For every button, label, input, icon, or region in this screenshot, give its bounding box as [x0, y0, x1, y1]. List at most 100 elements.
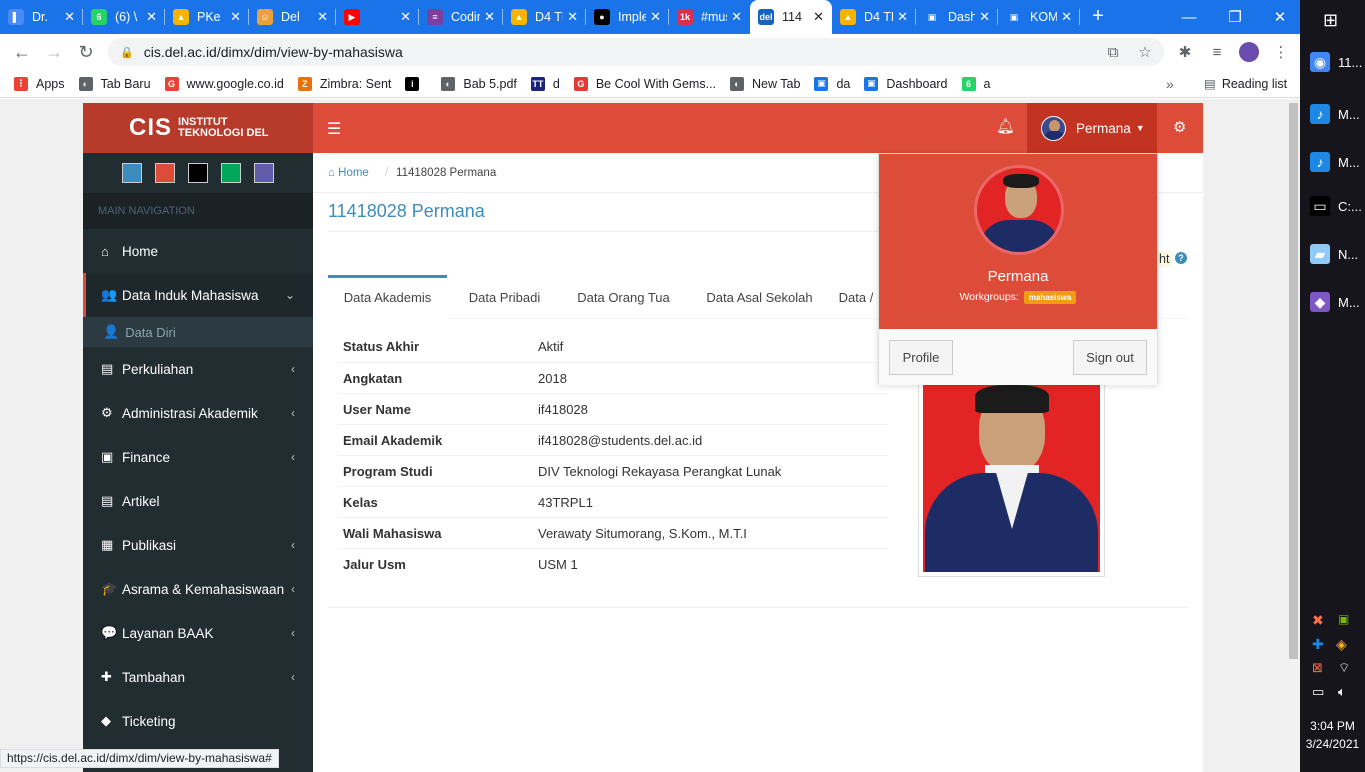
- detail-tab[interactable]: Data Asal Sekolah: [692, 275, 827, 319]
- browser-tab[interactable]: ▣ Dashbo✕: [916, 0, 998, 34]
- bookmarks-overflow-icon[interactable]: »: [1166, 76, 1174, 92]
- xampp-icon[interactable]: ⊠: [1312, 660, 1323, 676]
- sidebar-item[interactable]: ✚ Tambahan ‹: [83, 655, 313, 699]
- taskbar-app[interactable]: ♪ M...: [1300, 140, 1365, 184]
- skin-swatch[interactable]: [188, 163, 208, 183]
- sidebar-subitem-data-diri[interactable]: 👤 Data Diri: [83, 317, 313, 347]
- browser-tab[interactable]: ▣ KOMAS✕: [998, 0, 1080, 34]
- sidebar-toggle-icon[interactable]: ☰: [327, 119, 341, 139]
- bell-icon[interactable]: 🔔︎: [996, 117, 1015, 135]
- sidebar-item[interactable]: ⚙ Administrasi Akademik ‹: [83, 391, 313, 435]
- reading-list[interactable]: ▤ Reading list: [1204, 76, 1287, 92]
- browser-tab[interactable]: 1k #music ✕: [669, 0, 750, 34]
- volume-icon[interactable]: 🔈︎: [1338, 684, 1346, 700]
- tab-close-icon[interactable]: ✕: [64, 9, 75, 25]
- address-bar[interactable]: 🔒 cis.del.ac.id/dimx/dim/view-by-mahasis…: [108, 38, 1164, 66]
- taskbar-app[interactable]: ◉ 11...: [1300, 40, 1365, 84]
- detail-tab[interactable]: Data Orang Tua: [566, 275, 681, 319]
- bookmark-item[interactable]: TT d: [530, 76, 560, 91]
- sidebar-item[interactable]: 👥 Data Induk Mahasiswa ⌄: [83, 273, 313, 317]
- question-icon[interactable]: ?: [1175, 252, 1187, 264]
- skin-swatch[interactable]: [155, 163, 175, 183]
- tab-close-icon[interactable]: ✕: [897, 9, 908, 25]
- sign-out-button[interactable]: Sign out: [1073, 340, 1147, 375]
- sidebar-item[interactable]: ▦ Publikasi ‹: [83, 523, 313, 567]
- bookmark-item[interactable]: ▣ Dashboard: [864, 76, 948, 91]
- browser-tab[interactable]: ▶ ✕: [336, 0, 419, 34]
- detail-tab[interactable]: Data /: [836, 275, 876, 319]
- tab-close-icon[interactable]: ✕: [731, 9, 742, 25]
- profile-button[interactable]: Profile: [889, 340, 953, 375]
- sidebar-item[interactable]: ▤ Artikel: [83, 479, 313, 523]
- windows-start-icon[interactable]: ⊞: [1323, 10, 1338, 31]
- browser-tab[interactable]: ☺ Del ✕: [249, 0, 336, 34]
- bookmark-item[interactable]: Z Zimbra: Sent: [297, 76, 391, 91]
- tab-close-icon[interactable]: ✕: [813, 9, 824, 25]
- browser-tab[interactable]: ▲ PKe ✕: [165, 0, 249, 34]
- skin-swatch[interactable]: [221, 163, 241, 183]
- bookmark-item[interactable]: G Be Cool With Gems...: [573, 76, 716, 91]
- browser-tab[interactable]: ▌ Dr. ✕: [0, 0, 83, 34]
- bookmark-star-icon[interactable]: ☆: [1131, 38, 1159, 66]
- taskbar-app[interactable]: ▰ N...: [1300, 232, 1365, 276]
- nvidia-icon[interactable]: ▣: [1338, 612, 1349, 626]
- sidebar-item[interactable]: 💬 Layanan BAAK ‹: [83, 611, 313, 655]
- profile-avatar-icon[interactable]: [1235, 38, 1263, 66]
- clock[interactable]: 3:04 PM 3/24/2021: [1300, 717, 1365, 753]
- back-icon[interactable]: ←: [6, 36, 38, 68]
- wifi-icon[interactable]: ⌔: [1338, 660, 1350, 676]
- skin-swatch[interactable]: [122, 163, 142, 183]
- chrome-tray-icon[interactable]: ◈: [1336, 636, 1347, 653]
- bookmark-item[interactable]: ◐ Bab 5.pdf: [441, 76, 517, 91]
- bookmark-item[interactable]: ▣ da: [814, 76, 850, 91]
- detail-tab[interactable]: Data Pribadi: [452, 275, 557, 319]
- tab-close-icon[interactable]: ✕: [979, 9, 990, 25]
- tab-close-icon[interactable]: ✕: [146, 9, 157, 25]
- bookmark-item[interactable]: ◐ New Tab: [730, 76, 800, 91]
- browser-tab[interactable]: ≡ Coding ✕: [419, 0, 503, 34]
- taskbar-app[interactable]: ◆ M...: [1300, 280, 1365, 324]
- browser-tab[interactable]: ● Implem✕: [586, 0, 669, 34]
- breadcrumb-home[interactable]: ⌂ Home: [328, 167, 369, 179]
- tab-close-icon[interactable]: ✕: [650, 9, 661, 25]
- tab-close-icon[interactable]: ✕: [400, 9, 411, 25]
- media-control-icon[interactable]: ≡: [1203, 38, 1231, 66]
- tab-close-icon[interactable]: ✕: [230, 9, 241, 25]
- browser-tab[interactable]: ▲ D4 TRPL ✕: [832, 0, 916, 34]
- restore-icon[interactable]: ❐: [1212, 0, 1258, 34]
- sidebar-item[interactable]: ▣ Finance ‹: [83, 435, 313, 479]
- user-menu-toggle[interactable]: Permana ▼: [1027, 103, 1157, 153]
- tab-close-icon[interactable]: ✕: [317, 9, 328, 25]
- minimize-icon[interactable]: —: [1166, 0, 1212, 34]
- reload-icon[interactable]: ↻: [70, 36, 102, 68]
- menu-icon[interactable]: ⋮: [1267, 38, 1295, 66]
- bookmark-item[interactable]: Gwww.google.co.id: [164, 76, 284, 91]
- sidebar-item[interactable]: 🎓 Asrama & Kemahasiswaan ‹: [83, 567, 313, 611]
- tray-plus-icon[interactable]: ✚: [1312, 636, 1324, 653]
- browser-tab[interactable]: del 114 ✕: [750, 0, 832, 34]
- extensions-icon[interactable]: ✱: [1171, 38, 1199, 66]
- taskbar-app[interactable]: ▭ C:...: [1300, 184, 1365, 228]
- new-tab-button[interactable]: +: [1080, 0, 1116, 34]
- browser-tab[interactable]: ▲ D4 TRPL ✕: [503, 0, 586, 34]
- close-window-icon[interactable]: ✕: [1257, 0, 1303, 34]
- control-sidebar-gears-icon[interactable]: ⚙: [1173, 118, 1186, 136]
- tab-close-icon[interactable]: ✕: [484, 9, 495, 25]
- translate-icon[interactable]: ⧉: [1099, 38, 1127, 66]
- browser-tab[interactable]: 6 (6) \ ✕: [83, 0, 165, 34]
- sidebar-item[interactable]: ⌂ Home: [83, 229, 313, 273]
- battery-icon[interactable]: ▭: [1312, 684, 1324, 700]
- detail-tab[interactable]: Data Akademis: [328, 275, 447, 319]
- tab-close-icon[interactable]: ✕: [567, 9, 578, 25]
- tab-close-icon[interactable]: ✕: [1061, 9, 1072, 25]
- bookmark-item[interactable]: ◐ Tab Baru: [78, 76, 151, 91]
- page-scrollbar[interactable]: [1287, 99, 1300, 772]
- scrollbar-thumb[interactable]: [1289, 103, 1298, 659]
- bookmark-item[interactable]: ⋮ Apps: [14, 76, 65, 91]
- bookmark-item[interactable]: i: [405, 76, 427, 91]
- tray-app-icon[interactable]: ✖: [1312, 612, 1324, 629]
- taskbar-app[interactable]: ♪ M...: [1300, 92, 1365, 136]
- cis-logo[interactable]: CIS INSTITUT TEKNOLOGI DEL: [83, 103, 313, 153]
- forward-icon[interactable]: →: [38, 36, 70, 68]
- skin-swatch[interactable]: [254, 163, 274, 183]
